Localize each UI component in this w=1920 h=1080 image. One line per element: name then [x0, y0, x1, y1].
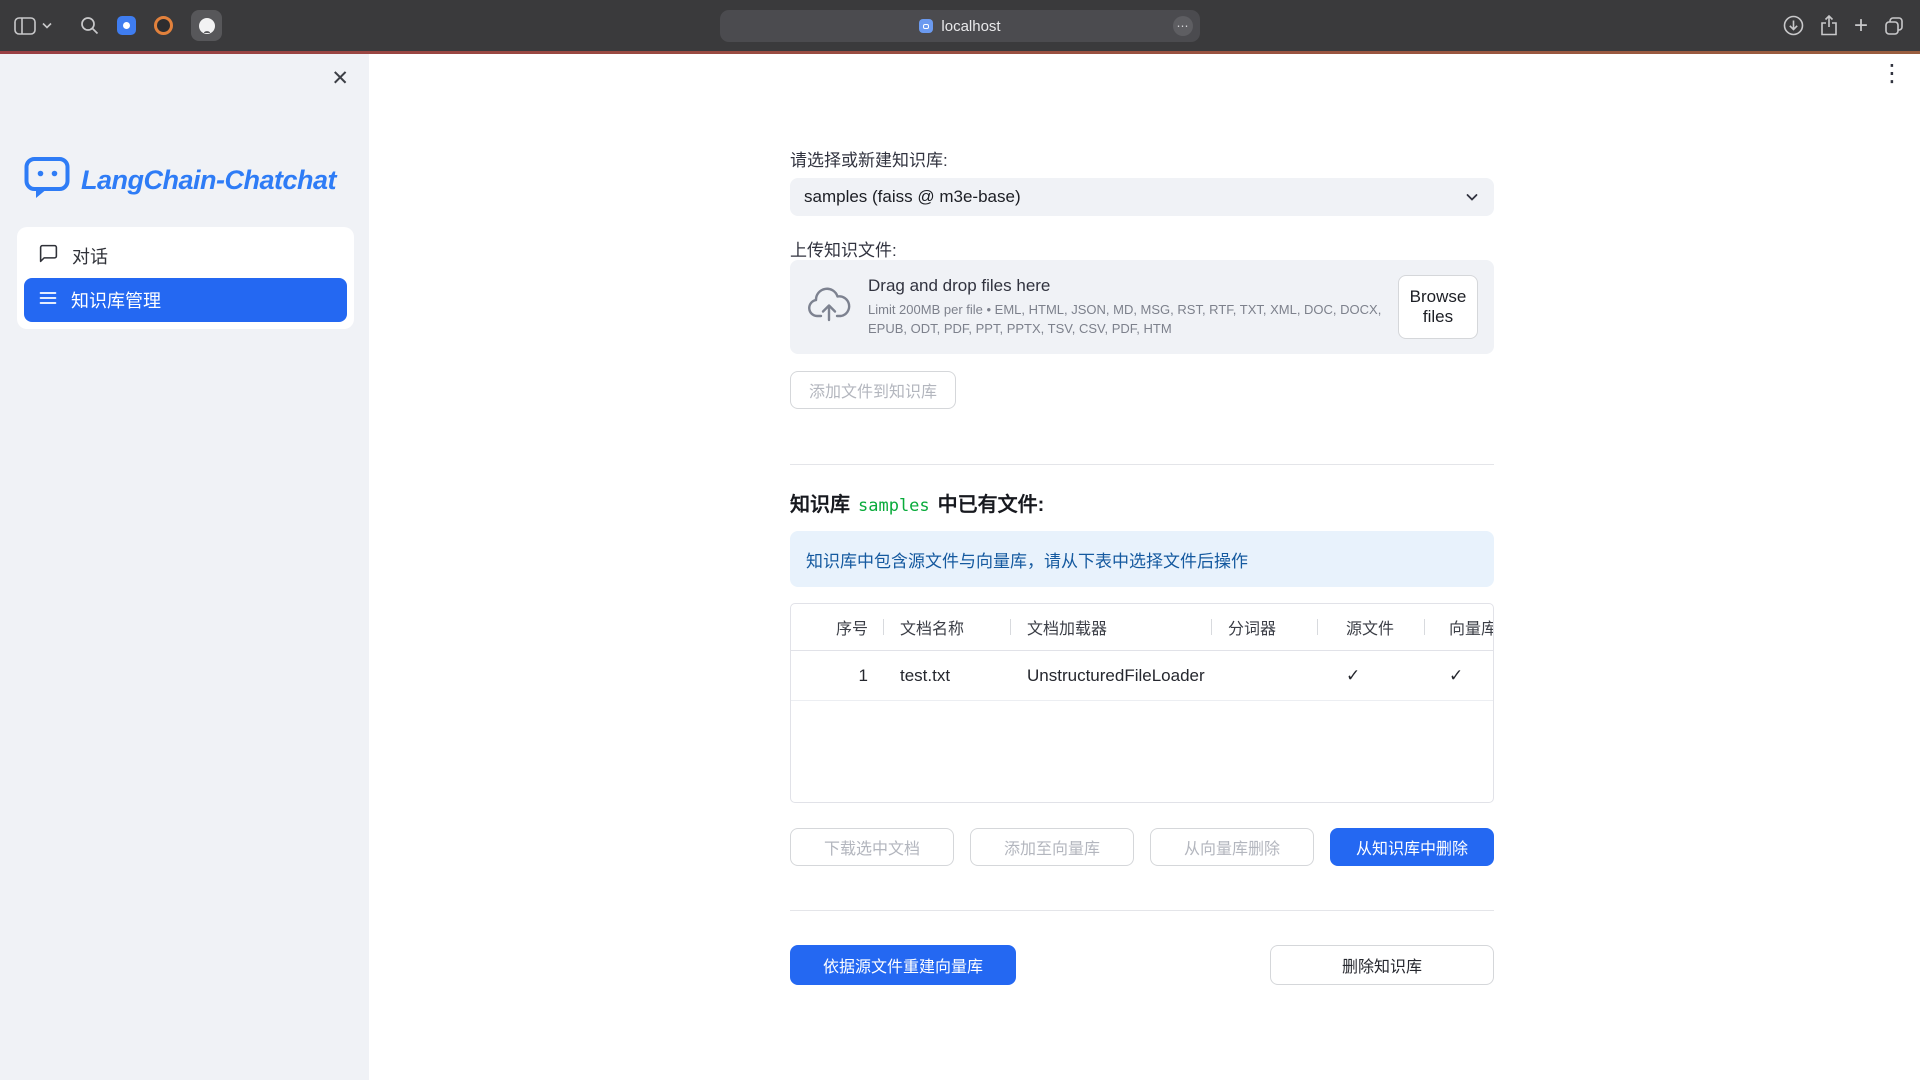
main-content: 请选择或新建知识库: samples (faiss @ m3e-base) 上传…: [790, 0, 1494, 1080]
extension-blue-icon[interactable]: [117, 16, 136, 35]
tab-overview-icon[interactable]: [1884, 16, 1904, 36]
download-selected-button[interactable]: 下载选中文档: [790, 828, 954, 866]
dropzone-title: Drag and drop files here: [868, 276, 1388, 296]
sidebar-item-dialogue[interactable]: 对话: [24, 234, 347, 278]
file-dropzone[interactable]: Drag and drop files here Limit 200MB per…: [790, 260, 1494, 354]
delete-from-kb-button[interactable]: 从知识库中删除: [1330, 828, 1494, 866]
add-to-vectorstore-button[interactable]: 添加至向量库: [970, 828, 1134, 866]
kb-select-label: 请选择或新建知识库:: [790, 146, 948, 171]
kb-select[interactable]: samples (faiss @ m3e-base): [790, 178, 1494, 216]
info-text: 知识库中包含源文件与向量库，请从下表中选择文件后操作: [806, 547, 1248, 572]
col-header-splitter[interactable]: 分词器: [1212, 604, 1318, 650]
chat-bubble-icon: [38, 243, 59, 269]
row-file-name: test.txt: [884, 666, 1011, 686]
sidebar-nav: 对话 知识库管理: [17, 227, 354, 329]
knowledge-base-icon: [38, 288, 58, 313]
divider: [790, 910, 1494, 911]
col-header-source[interactable]: 源文件: [1318, 604, 1425, 650]
col-header-vector[interactable]: 向量库: [1425, 604, 1493, 650]
col-header-index[interactable]: 序号: [791, 604, 884, 650]
row-vector-check: ✓: [1425, 666, 1493, 686]
divider: [790, 464, 1494, 465]
kb-bottom-actions: 依据源文件重建向量库 删除知识库: [790, 945, 1494, 985]
chevron-down-icon: [42, 22, 52, 29]
row-loader: UnstructuredFileLoader: [1011, 666, 1212, 686]
logo-chat-bubble-icon: [24, 156, 70, 205]
files-table: 序号 文档名称 文档加载器 分词器 源文件 向量库 1 test.txt Uns…: [790, 603, 1494, 803]
rebuild-vectorstore-button[interactable]: 依据源文件重建向量库: [790, 945, 1016, 985]
upload-label: 上传知识文件:: [790, 236, 897, 261]
col-header-loader[interactable]: 文档加载器: [1011, 604, 1212, 650]
cloud-upload-icon: [806, 286, 852, 329]
sidebar-item-knowledge-base[interactable]: 知识库管理: [24, 278, 347, 322]
files-title-prefix: 知识库: [790, 488, 850, 517]
app-menu-icon[interactable]: ⋮: [1880, 62, 1904, 86]
browse-files-button[interactable]: Browse files: [1398, 275, 1478, 339]
sidebar-toggle-icon: [14, 17, 36, 35]
share-icon[interactable]: [1820, 15, 1838, 36]
app-logo: LangChain-Chatchat: [24, 156, 336, 205]
kb-select-value: samples (faiss @ m3e-base): [804, 187, 1021, 207]
sidebar-toggle-button[interactable]: [14, 17, 52, 35]
toolbar-left-group: [14, 0, 222, 51]
files-title-suffix: 中已有文件:: [938, 488, 1045, 517]
files-section-title: 知识库 samples 中已有文件:: [790, 488, 1044, 517]
delete-from-vectorstore-button[interactable]: 从向量库删除: [1150, 828, 1314, 866]
sidebar-item-label: 对话: [72, 243, 108, 269]
col-header-name[interactable]: 文档名称: [884, 604, 1011, 650]
screen: localhost ⋯ +: [0, 0, 1920, 1080]
github-icon[interactable]: [191, 10, 222, 41]
toolbar-right-group: +: [1783, 0, 1904, 51]
sidebar: ✕ LangChain-Chatchat 对话: [0, 54, 369, 1080]
info-banner: 知识库中包含源文件与向量库，请从下表中选择文件后操作: [790, 531, 1494, 587]
sidebar-close-icon[interactable]: ✕: [331, 68, 349, 89]
add-files-button[interactable]: 添加文件到知识库: [790, 371, 956, 409]
table-header-row: 序号 文档名称 文档加载器 分词器 源文件 向量库: [791, 604, 1493, 651]
row-source-check: ✓: [1318, 666, 1425, 686]
new-tab-icon[interactable]: +: [1854, 14, 1868, 38]
table-row[interactable]: 1 test.txt UnstructuredFileLoader ✓ ✓: [791, 651, 1493, 701]
logo-text: LangChain-Chatchat: [81, 165, 336, 196]
file-action-buttons: 下载选中文档 添加至向量库 从向量库删除 从知识库中删除: [790, 828, 1494, 866]
dropzone-hint: Limit 200MB per file • EML, HTML, JSON, …: [868, 301, 1388, 337]
downloads-icon[interactable]: [1783, 15, 1804, 36]
sidebar-item-label: 知识库管理: [71, 287, 161, 313]
extension-orange-icon[interactable]: [154, 16, 173, 35]
search-icon[interactable]: [80, 16, 99, 35]
row-index: 1: [791, 666, 884, 686]
chevron-down-icon: [1464, 189, 1480, 205]
dropzone-texts: Drag and drop files here Limit 200MB per…: [868, 276, 1388, 337]
delete-kb-button[interactable]: 删除知识库: [1270, 945, 1494, 985]
kb-name-code: samples: [858, 496, 930, 516]
